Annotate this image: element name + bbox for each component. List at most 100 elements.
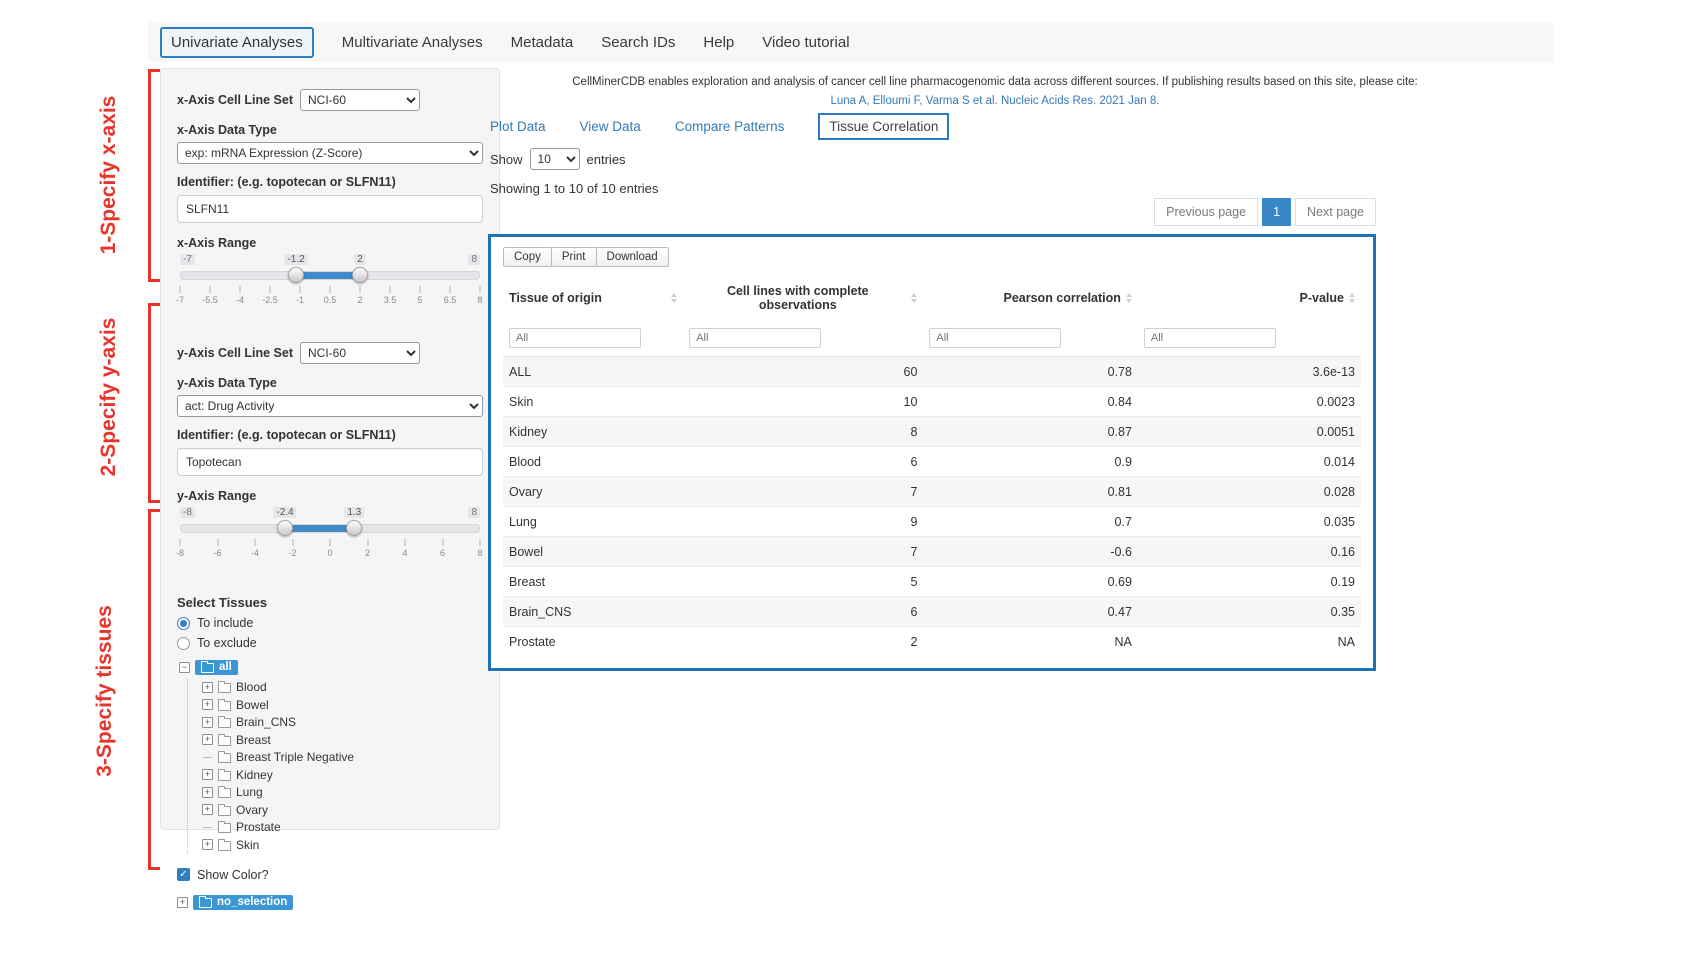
tree-item-label[interactable]: Ovary — [236, 803, 268, 817]
previous-page-button[interactable]: Previous page — [1154, 198, 1258, 226]
slider-handle-to[interactable] — [346, 520, 362, 536]
expand-icon[interactable]: + — [177, 897, 188, 908]
table-row[interactable]: Blood 6 0.9 0.014 — [503, 447, 1361, 477]
tree-item-label[interactable]: Kidney — [236, 768, 273, 782]
th-cell-lines[interactable]: Cell lines with complete observations — [683, 276, 923, 320]
table-row[interactable]: Prostate 2 NA NA — [503, 627, 1361, 657]
table-row[interactable]: Bowel 7 -0.6 0.16 — [503, 537, 1361, 567]
tree-item-bowel[interactable]: + Bowel — [202, 696, 483, 714]
expand-icon[interactable]: + — [202, 769, 213, 780]
slider-track[interactable] — [180, 271, 480, 280]
tab-tissue-correlation[interactable]: Tissue Correlation — [818, 113, 949, 140]
tree-item-label[interactable]: Lung — [236, 785, 263, 799]
th-pearson-correlation[interactable]: Pearson correlation — [923, 276, 1138, 320]
expand-icon[interactable]: + — [202, 839, 213, 850]
folder-icon — [218, 771, 231, 781]
copy-button[interactable]: Copy — [503, 247, 552, 267]
tree-item-label[interactable]: Skin — [236, 838, 259, 852]
tree-item-kidney[interactable]: + Kidney — [202, 766, 483, 784]
radio-to-exclude[interactable]: To exclude — [177, 636, 483, 650]
table-row[interactable]: ALL 60 0.78 3.6e-13 — [503, 357, 1361, 387]
table-row[interactable]: Lung 9 0.7 0.035 — [503, 507, 1361, 537]
tree-item-breast-triple-negative[interactable]: Breast Triple Negative — [202, 749, 483, 767]
tab-compare-patterns[interactable]: Compare Patterns — [675, 119, 785, 134]
no-selection-selected[interactable]: no_selection — [193, 895, 293, 910]
expand-icon[interactable]: + — [202, 717, 213, 728]
tree-item-label[interactable]: Bowel — [236, 698, 269, 712]
tree-item-skin[interactable]: + Skin — [202, 836, 483, 854]
show-color-checkbox[interactable]: ✓ — [177, 868, 190, 881]
print-button[interactable]: Print — [551, 247, 597, 267]
entries-count-select[interactable]: 10 — [530, 148, 580, 170]
filter-pearson-correlation[interactable] — [929, 328, 1061, 348]
radio-icon-include[interactable] — [177, 617, 190, 630]
tab-plot-data[interactable]: Plot Data — [490, 119, 546, 134]
table-row[interactable]: Brain_CNS 6 0.47 0.35 — [503, 597, 1361, 627]
no-selection-row[interactable]: + no_selection — [177, 894, 483, 912]
next-page-button[interactable]: Next page — [1295, 198, 1376, 226]
showing-entries-text: Showing 1 to 10 of 10 entries — [490, 181, 658, 196]
x-axis-data-type-select[interactable]: exp: mRNA Expression (Z-Score) — [177, 142, 483, 164]
expand-icon[interactable]: + — [202, 787, 213, 798]
tree-item-label[interactable]: Prostate — [236, 820, 281, 834]
filter-p-value[interactable] — [1144, 328, 1276, 348]
tree-root-row[interactable]: − all — [179, 659, 483, 677]
nav-tab-video-tutorial[interactable]: Video tutorial — [762, 34, 849, 51]
tree-item-brain-cns[interactable]: + Brain_CNS — [202, 714, 483, 732]
cell-pvalue: 0.16 — [1138, 537, 1361, 567]
folder-icon — [218, 701, 231, 711]
x-axis-identifier-input[interactable] — [177, 195, 483, 223]
tree-item-ovary[interactable]: + Ovary — [202, 801, 483, 819]
tree-item-label[interactable]: Breast Triple Negative — [236, 750, 354, 764]
y-axis-cell-line-set-select[interactable]: NCI-60 — [300, 342, 420, 364]
folder-icon — [201, 663, 214, 673]
slider-handle-from[interactable] — [288, 267, 304, 283]
expand-icon[interactable]: + — [202, 804, 213, 815]
table-row[interactable]: Breast 5 0.69 0.19 — [503, 567, 1361, 597]
tree-item-blood[interactable]: + Blood — [202, 679, 483, 697]
select-tissues-title: Select Tissues — [177, 595, 483, 610]
slider-selected-bar — [296, 272, 359, 279]
nav-tab-help[interactable]: Help — [703, 34, 734, 51]
tab-view-data[interactable]: View Data — [580, 119, 641, 134]
tree-item-lung[interactable]: + Lung — [202, 784, 483, 802]
y-axis-data-type-select[interactable]: act: Drug Activity — [177, 395, 483, 417]
radio-to-include[interactable]: To include — [177, 616, 483, 630]
nav-tab-multivariate-analyses[interactable]: Multivariate Analyses — [342, 34, 483, 51]
citation-link[interactable]: Luna A, Elloumi F, Varma S et al. Nuclei… — [490, 93, 1500, 110]
x-axis-range-slider[interactable]: -7 8 -1.2 2 -7 -5.5 -4 -2.5 -1 0.5 2 3.5… — [180, 254, 480, 316]
tree-item-label[interactable]: Blood — [236, 680, 267, 694]
th-p-value[interactable]: P-value — [1138, 276, 1361, 320]
filter-cell-lines[interactable] — [689, 328, 821, 348]
y-axis-range-slider[interactable]: -8 8 -2.4 1.3 -8 -6 -4 -2 0 2 4 6 8 — [180, 507, 480, 569]
tree-item-label[interactable]: Breast — [236, 733, 271, 747]
collapse-icon[interactable]: − — [179, 662, 190, 673]
radio-icon-exclude[interactable] — [177, 637, 190, 650]
show-color-row[interactable]: ✓ Show Color? — [177, 868, 483, 882]
expand-icon[interactable]: + — [202, 699, 213, 710]
tree-item-prostate[interactable]: Prostate — [202, 819, 483, 837]
folder-icon — [218, 718, 231, 728]
nav-tab-metadata[interactable]: Metadata — [511, 34, 574, 51]
x-axis-cell-line-set-select[interactable]: NCI-60 — [300, 89, 420, 111]
tree-item-breast[interactable]: + Breast — [202, 731, 483, 749]
table-row[interactable]: Skin 10 0.84 0.0023 — [503, 387, 1361, 417]
nav-tab-univariate-analyses[interactable]: Univariate Analyses — [160, 27, 314, 58]
table-row[interactable]: Ovary 7 0.81 0.028 — [503, 477, 1361, 507]
th-tissue-of-origin[interactable]: Tissue of origin — [503, 276, 683, 320]
folder-icon — [218, 753, 231, 763]
expand-icon[interactable]: + — [202, 734, 213, 745]
slider-handle-from[interactable] — [277, 520, 293, 536]
y-axis-identifier-input[interactable] — [177, 448, 483, 476]
slider-handle-to[interactable] — [352, 267, 368, 283]
tree-item-label[interactable]: Brain_CNS — [236, 715, 296, 729]
slider-track[interactable] — [180, 524, 480, 533]
cell-tissue: ALL — [503, 357, 683, 387]
current-page-button[interactable]: 1 — [1262, 198, 1291, 226]
download-button[interactable]: Download — [596, 247, 669, 267]
tree-root-selected[interactable]: all — [195, 660, 238, 675]
table-row[interactable]: Kidney 8 0.87 0.0051 — [503, 417, 1361, 447]
nav-tab-search-ids[interactable]: Search IDs — [601, 34, 675, 51]
filter-tissue-of-origin[interactable] — [509, 328, 641, 348]
expand-icon[interactable]: + — [202, 682, 213, 693]
